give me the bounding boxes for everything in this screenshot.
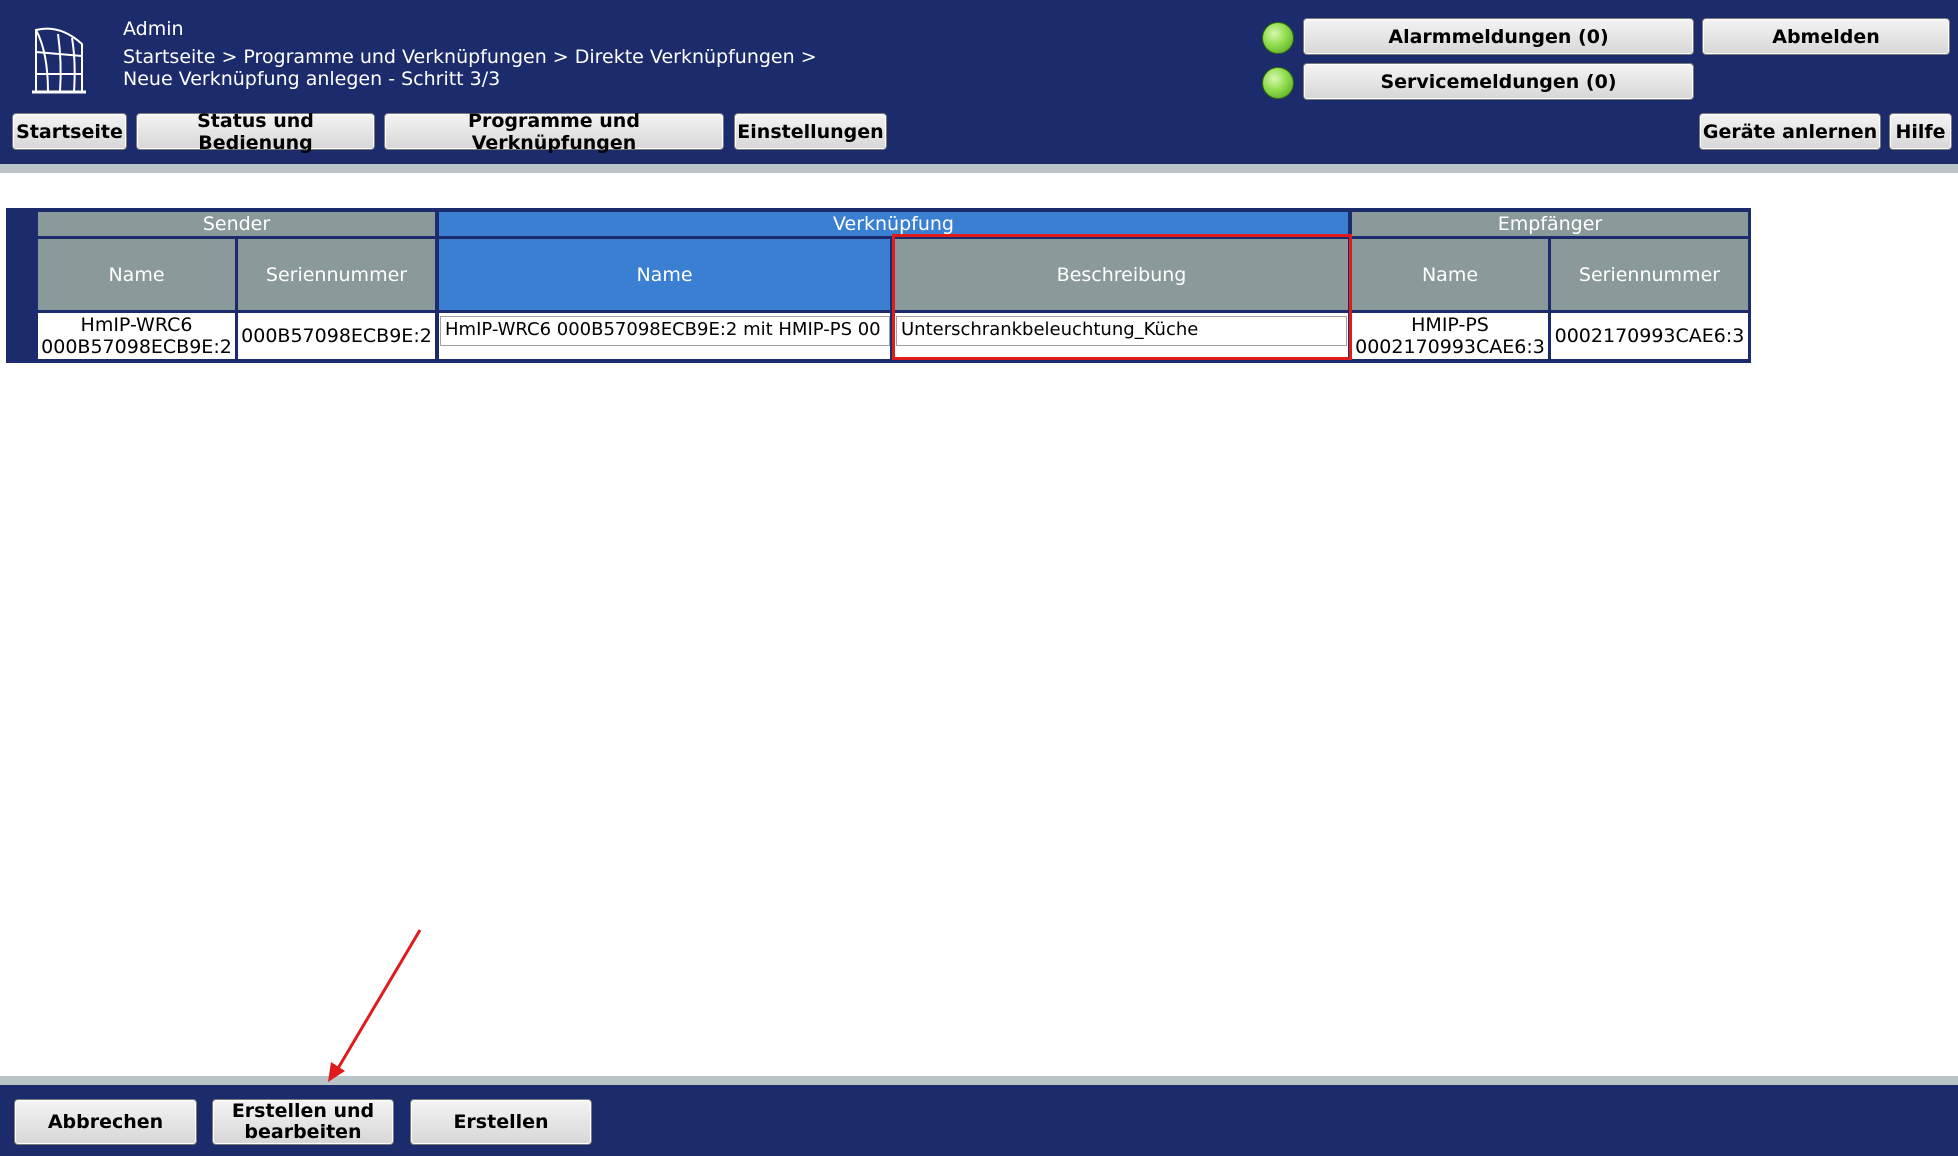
header-divider: [0, 164, 1958, 173]
link-name-input[interactable]: HmIP-WRC6 000B57098ECB9E:2 mit HMIP-PS 0…: [440, 316, 890, 346]
column-header-receiver-serial: Seriennummer: [1551, 239, 1748, 310]
service-status-led-icon: [1262, 67, 1294, 99]
column-header-receiver-name: Name: [1352, 239, 1548, 310]
cancel-button[interactable]: Abbrechen: [14, 1099, 197, 1145]
create-and-edit-button[interactable]: Erstellen und bearbeiten: [212, 1099, 394, 1145]
nav-einstellungen-button[interactable]: Einstellungen: [734, 113, 887, 150]
annotation-highlight-box: [892, 234, 1352, 360]
breadcrumb-line: Startseite > Programme und Verknüpfungen…: [123, 46, 817, 68]
service-messages-button[interactable]: Servicemeldungen (0): [1303, 63, 1694, 100]
breadcrumb: Startseite > Programme und Verknüpfungen…: [123, 46, 817, 90]
column-header-link-name: Name: [439, 239, 890, 310]
teach-devices-button[interactable]: Geräte anlernen: [1699, 113, 1881, 150]
group-header-sender: Sender: [38, 212, 435, 236]
receiver-name-cell: HMIP-PS 0002170993CAE6:3: [1352, 313, 1548, 359]
nav-startseite-button[interactable]: Startseite: [12, 113, 127, 150]
column-header-sender-serial: Seriennummer: [238, 239, 435, 310]
sender-serial-cell: 000B57098ECB9E:2: [238, 313, 435, 359]
sender-name-text: 000B57098ECB9E:2: [41, 336, 232, 358]
alarm-messages-button[interactable]: Alarmmeldungen (0): [1303, 18, 1694, 55]
homematic-logo-icon: [32, 27, 86, 94]
create-and-edit-label: bearbeiten: [244, 1121, 362, 1143]
receiver-serial-cell: 0002170993CAE6:3: [1551, 313, 1748, 359]
breadcrumb-line: Neue Verknüpfung anlegen - Schritt 3/3: [123, 68, 501, 90]
help-button[interactable]: Hilfe: [1889, 113, 1952, 150]
receiver-name-text: 0002170993CAE6:3: [1355, 336, 1545, 358]
footer-divider: [0, 1076, 1958, 1085]
create-button[interactable]: Erstellen: [410, 1099, 592, 1145]
sender-name-text: HmIP-WRC6: [80, 314, 193, 336]
sender-name-cell: HmIP-WRC6 000B57098ECB9E:2: [38, 313, 235, 359]
alarm-status-led-icon: [1262, 22, 1294, 54]
group-header-verknuepfung: Verknüpfung: [439, 212, 1348, 236]
nav-programme-verknuepfungen-button[interactable]: Programme und Verknüpfungen: [384, 110, 724, 154]
nav-status-bedienung-button[interactable]: Status und Bedienung: [136, 110, 375, 154]
annotation-arrow-icon: [328, 929, 422, 1082]
column-header-sender-name: Name: [38, 239, 235, 310]
current-user: Admin: [123, 18, 184, 40]
create-and-edit-label: Erstellen und: [231, 1100, 375, 1122]
receiver-name-text: HMIP-PS: [1411, 314, 1489, 336]
logout-button[interactable]: Abmelden: [1702, 18, 1950, 55]
group-header-empfaenger: Empfänger: [1352, 212, 1748, 236]
